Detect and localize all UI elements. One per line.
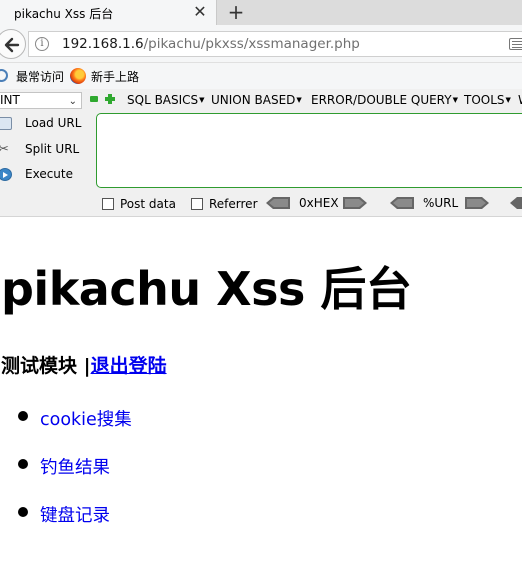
new-tab-icon[interactable]: +	[226, 2, 246, 22]
plus-icon[interactable]	[105, 94, 115, 104]
bullet-icon	[18, 411, 28, 421]
menu-union-based[interactable]: UNION BASED▼	[211, 93, 302, 107]
referrer-label: Referrer	[209, 197, 258, 211]
post-data-label: Post data	[120, 197, 176, 211]
navigation-bar: i 192.168.1.6/pikachu/pkxss/xssmanager.p…	[0, 25, 522, 63]
checkbox-box	[191, 198, 203, 210]
firefox-icon	[70, 68, 86, 84]
back-button[interactable]	[0, 29, 26, 59]
caret-down-icon: ▼	[505, 96, 511, 104]
caret-down-icon: ▼	[452, 96, 458, 104]
execute-label: Execute	[25, 167, 73, 181]
injection-type-value: INT	[0, 93, 20, 107]
load-url-icon	[0, 117, 12, 130]
cookie-collection-link[interactable]: cookie搜集	[40, 406, 132, 431]
caret-down-icon: ▼	[199, 96, 205, 104]
most-visited-icon	[0, 69, 8, 82]
split-url-icon: ✂	[0, 142, 9, 157]
hex-encode-arrow-icon[interactable]	[343, 197, 367, 209]
url-decode-arrow-icon[interactable]	[390, 197, 414, 209]
info-icon[interactable]: i	[35, 37, 49, 51]
bookmarks-bar: 最常访问 新手上路	[0, 63, 522, 89]
hackbar-panel: INT ⌄ SQL BASICS▼ UNION BASED▼ ERROR/DOU…	[0, 89, 522, 217]
url-encode-arrow-icon[interactable]	[465, 197, 489, 209]
reader-view-icon[interactable]	[509, 38, 522, 50]
bullet-icon	[18, 459, 28, 469]
url-text: 192.168.1.6/pikachu/pkxss/xssmanager.php	[62, 36, 360, 52]
base64-decode-arrow-icon[interactable]	[510, 197, 522, 209]
url-path: /pikachu/pkxss/xssmanager.php	[143, 36, 360, 52]
url-bar[interactable]: i 192.168.1.6/pikachu/pkxss/xssmanager.p…	[28, 31, 522, 57]
tab-title: pikachu Xss 后台	[14, 7, 114, 21]
menu-error-double-query[interactable]: ERROR/DOUBLE QUERY▼	[311, 93, 458, 107]
page-content: pikachu Xss 后台 测试模块 |退出登陆 cookie搜集 钓鱼结果 …	[0, 217, 522, 562]
menu-sql-basics[interactable]: SQL BASICS▼	[127, 93, 205, 107]
close-tab-icon[interactable]: ✕	[191, 3, 209, 21]
subheading: 测试模块 |退出登陆	[1, 351, 167, 378]
referrer-checkbox[interactable]: Referrer	[191, 197, 258, 211]
test-module-label: 测试模块 |	[1, 355, 91, 377]
menu-tools[interactable]: TOOLS▼	[464, 93, 511, 107]
caret-down-icon: ▼	[296, 96, 302, 104]
bullet-icon	[18, 507, 28, 517]
back-arrow-icon	[4, 37, 20, 53]
post-data-checkbox[interactable]: Post data	[102, 197, 176, 211]
hackbar-url-textarea[interactable]	[96, 113, 522, 188]
browser-tab[interactable]: pikachu Xss 后台 ✕	[0, 0, 217, 26]
execute-icon	[0, 168, 12, 181]
menu-error-double-query-label: ERROR/DOUBLE QUERY	[311, 93, 452, 107]
tab-strip: pikachu Xss 后台 ✕ +	[0, 0, 522, 26]
url-host: 192.168.1.6	[62, 36, 144, 52]
page-title: pikachu Xss 后台	[1, 262, 412, 316]
load-url-label: Load URL	[25, 116, 82, 130]
menu-sql-basics-label: SQL BASICS	[127, 93, 199, 107]
menu-tools-label: TOOLS	[464, 93, 505, 107]
logout-link[interactable]: 退出登陆	[91, 355, 167, 377]
minus-icon[interactable]	[90, 96, 98, 102]
injection-type-select[interactable]: INT ⌄	[0, 92, 82, 109]
bookmark-getting-started[interactable]: 新手上路	[91, 68, 139, 85]
bookmark-most-visited[interactable]: 最常访问	[16, 68, 64, 85]
url-encode-label: %URL	[423, 196, 459, 210]
menu-union-based-label: UNION BASED	[211, 93, 296, 107]
split-url-label: Split URL	[25, 142, 80, 156]
keylogger-link[interactable]: 键盘记录	[40, 502, 110, 527]
hex-decode-arrow-icon[interactable]	[266, 197, 290, 209]
checkbox-box	[102, 198, 114, 210]
chevron-down-icon: ⌄	[68, 96, 77, 107]
menu-truncated[interactable]: W	[518, 93, 522, 107]
phishing-results-link[interactable]: 钓鱼结果	[40, 454, 110, 479]
hex-label: 0xHEX	[299, 196, 339, 210]
